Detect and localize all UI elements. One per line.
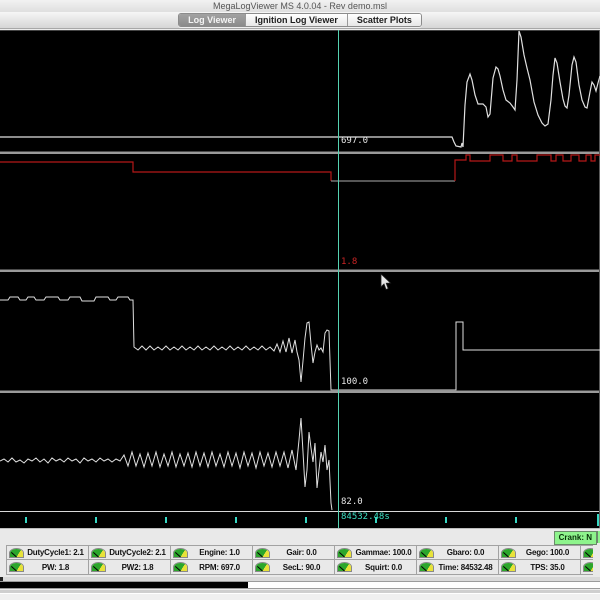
gauge-icon bbox=[256, 548, 269, 557]
gauge-icon bbox=[338, 548, 351, 557]
gauge-icon bbox=[10, 563, 23, 571]
gauge-icon bbox=[174, 563, 187, 571]
gauge-cell-gbaro: Gbaro: 0.0 bbox=[416, 545, 499, 560]
gauge-row-1: DutyCycle1: 2.1 DutyCycle2: 2.1 Engine: 1.… bbox=[6, 545, 600, 560]
gauge-value-text: Gair: 0.0 bbox=[286, 548, 317, 557]
cursor-value-panel3: 100.0 bbox=[341, 377, 369, 387]
panel-divider-3[interactable] bbox=[0, 390, 599, 393]
gauge-cell-gego: Gego: 100.0 bbox=[498, 545, 581, 560]
tab-segmented-control: Log Viewer Ignition Log Viewer Scatter Plo… bbox=[178, 13, 422, 27]
timeline-tick bbox=[515, 517, 517, 523]
log-position-scrollbar[interactable] bbox=[0, 581, 600, 589]
gauge-panel: DutyCycle1: 2.1 DutyCycle2: 2.1 Engine: 1.… bbox=[6, 545, 600, 575]
cursor-value-pw: 1.8 bbox=[341, 257, 358, 267]
window-title: MegaLogViewer MS 4.0.04 - Rev demo.msl bbox=[213, 1, 387, 11]
title-bar: MegaLogViewer MS 4.0.04 - Rev demo.msl bbox=[0, 0, 600, 12]
gauge-cell-dutycycle1: DutyCycle1: 2.1 bbox=[6, 545, 89, 560]
gauge-icon bbox=[92, 563, 105, 571]
gauge-icon bbox=[420, 563, 433, 571]
gauge-icon bbox=[174, 548, 187, 557]
gauge-value-text: Squirt: 0.0 bbox=[365, 562, 402, 572]
chart-area[interactable] bbox=[0, 30, 600, 528]
timeline-tick bbox=[25, 517, 27, 523]
gauge-value-text: Time: 84532.48 bbox=[438, 562, 493, 572]
gauge-cell-squirt: Squirt: 0.0 bbox=[334, 559, 417, 575]
gauge-cell-partial bbox=[580, 559, 593, 575]
gauge-icon bbox=[584, 563, 593, 571]
tab-bar: Log Viewer Ignition Log Viewer Scatter Plo… bbox=[0, 12, 600, 29]
panel-divider-2[interactable] bbox=[0, 269, 599, 272]
cursor-value-rpm: 697.0 bbox=[341, 136, 369, 146]
gauge-icon bbox=[502, 548, 515, 557]
gauge-cell-partial bbox=[580, 545, 593, 560]
cursor-value-panel4: 82.0 bbox=[341, 497, 363, 507]
bottom-strip bbox=[0, 593, 600, 600]
tab-ignition-log-viewer[interactable]: Ignition Log Viewer bbox=[245, 14, 348, 26]
crank-status-badge: Crank: N bbox=[553, 531, 597, 545]
gauge-cell-pw2: PW2: 1.8 bbox=[88, 559, 171, 575]
gauge-value-text: Gego: 100.0 bbox=[525, 548, 570, 557]
status-bar: Crank: N DutyCycle1: 2.1 DutyCycle2: 2.1 E… bbox=[0, 528, 600, 577]
timeline-strip[interactable] bbox=[0, 512, 599, 528]
gauge-cell-pw: PW: 1.8 bbox=[6, 559, 89, 575]
gauge-cell-tps: TPS: 35.0 bbox=[498, 559, 581, 575]
scrollbar-thumb[interactable] bbox=[0, 582, 248, 588]
gauge-value-text: TPS: 35.0 bbox=[530, 562, 565, 572]
gauge-value-text: RPM: 697.0 bbox=[199, 562, 240, 572]
tab-log-viewer[interactable]: Log Viewer bbox=[179, 14, 246, 26]
gauge-icon bbox=[502, 563, 515, 571]
gauge-value-text: Gammae: 100.0 bbox=[355, 548, 412, 557]
gauge-value-text: DutyCycle1: 2.1 bbox=[27, 548, 84, 557]
gauge-icon bbox=[256, 563, 269, 571]
gauge-icon bbox=[92, 548, 105, 557]
gauge-icon bbox=[420, 548, 433, 557]
gauge-icon bbox=[584, 548, 593, 557]
gauge-cell-secl: SecL: 90.0 bbox=[252, 559, 335, 575]
timeline-tick bbox=[165, 517, 167, 523]
cursor-time-label: 84532.48s bbox=[341, 512, 390, 522]
gauge-cell-dutycycle2: DutyCycle2: 2.1 bbox=[88, 545, 171, 560]
timeline-tick bbox=[235, 517, 237, 523]
gauge-icon bbox=[338, 563, 351, 571]
app-window: MegaLogViewer MS 4.0.04 - Rev demo.msl L… bbox=[0, 0, 600, 600]
tab-scatter-plots[interactable]: Scatter Plots bbox=[347, 14, 421, 26]
gauge-value-text: DutyCycle2: 2.1 bbox=[109, 548, 166, 557]
gauge-cell-gammae: Gammae: 100.0 bbox=[334, 545, 417, 560]
gauge-value-text: Engine: 1.0 bbox=[199, 548, 240, 557]
gauge-cell-gair: Gair: 0.0 bbox=[252, 545, 335, 560]
gauge-row-2: PW: 1.8 PW2: 1.8 RPM: 697.0 SecL: 90.0 Squir… bbox=[6, 559, 600, 575]
gauge-cell-rpm: RPM: 697.0 bbox=[170, 559, 253, 575]
gauge-value-text: PW: 1.8 bbox=[41, 562, 70, 572]
gauge-cell-engine: Engine: 1.0 bbox=[170, 545, 253, 560]
timeline-tick bbox=[445, 517, 447, 523]
timeline-tick bbox=[305, 517, 307, 523]
panel-divider-1[interactable] bbox=[0, 151, 599, 154]
gauge-value-text: SecL: 90.0 bbox=[282, 562, 321, 572]
time-cursor-line[interactable] bbox=[338, 30, 339, 528]
timeline-tick bbox=[95, 517, 97, 523]
gauge-value-text: PW2: 1.8 bbox=[121, 562, 154, 572]
gauge-icon bbox=[10, 548, 23, 557]
gauge-value-text: Gbaro: 0.0 bbox=[446, 548, 485, 557]
gauge-cell-time: Time: 84532.48 bbox=[416, 559, 499, 575]
